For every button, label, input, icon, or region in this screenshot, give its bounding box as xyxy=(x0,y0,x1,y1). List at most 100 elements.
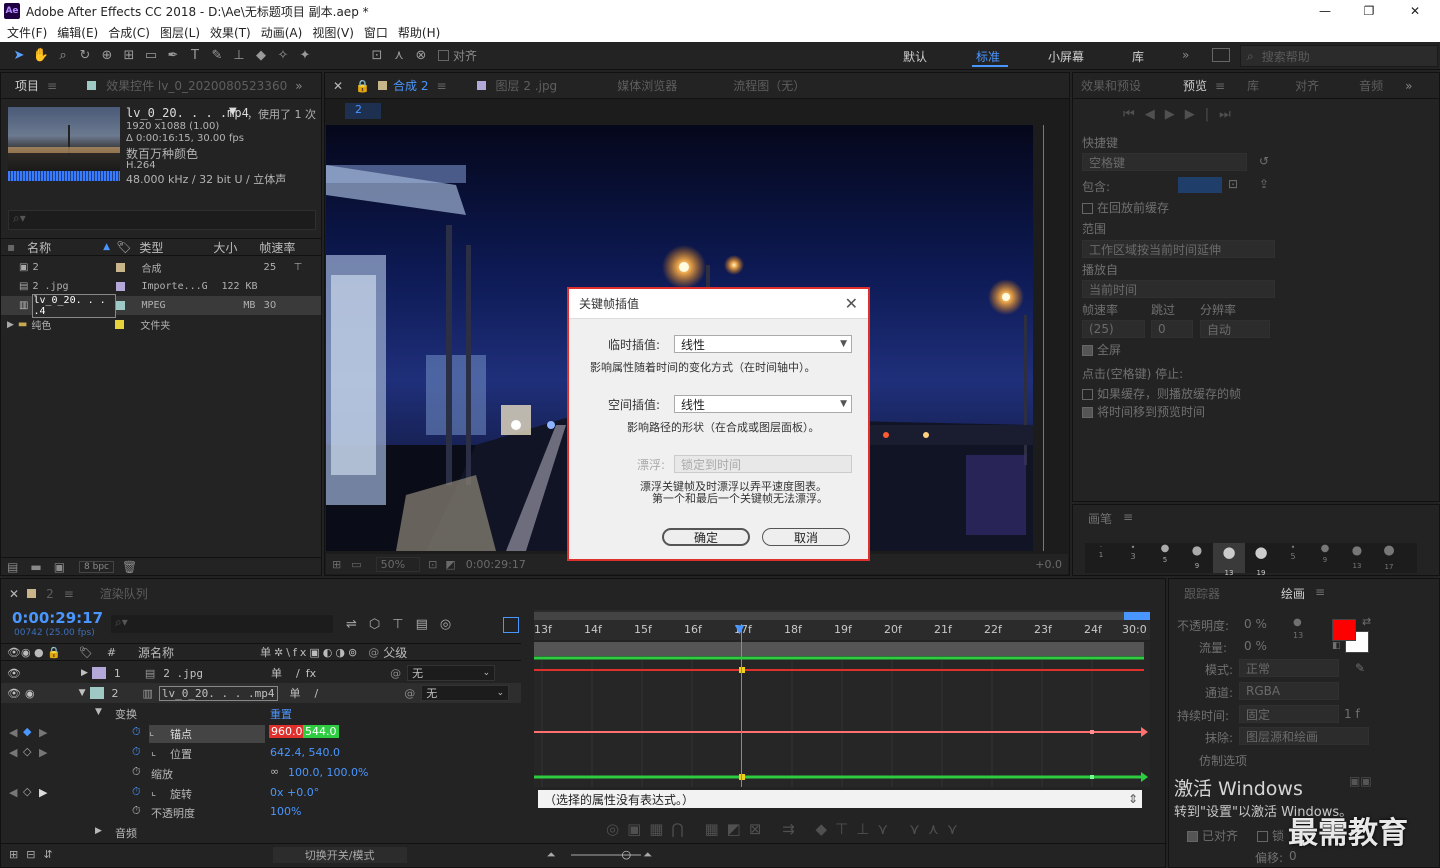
prev-keyframe-icon[interactable]: ◀ xyxy=(9,786,17,799)
comp-flowchart-icon[interactable]: ⊞ xyxy=(9,848,18,861)
next-keyframe-icon[interactable]: ▶ xyxy=(39,746,47,759)
playhead-icon[interactable]: ▼ xyxy=(735,622,744,636)
graph-editor-icon[interactable] xyxy=(503,617,519,633)
frame-rate-select[interactable]: (25) xyxy=(1082,320,1145,338)
quality-slash-icon[interactable]: / xyxy=(296,667,300,680)
audio-icon[interactable]: ◉ xyxy=(25,687,35,700)
fx-switch-icon[interactable]: fx xyxy=(306,667,316,680)
col-type[interactable]: 类型 xyxy=(139,239,163,256)
rotation-row[interactable]: ◀ ◇ ▶ ⏱ ⌞ 旋转 0x +0.0° xyxy=(1,784,521,804)
tab-preview[interactable]: 预览 xyxy=(1183,77,1207,94)
sort-ascending-icon[interactable]: ▲ xyxy=(103,242,110,252)
current-time-indicator[interactable] xyxy=(741,624,742,787)
roto-brush-icon[interactable]: ✧ xyxy=(272,45,294,67)
cache-checkbox[interactable] xyxy=(1082,203,1093,214)
parent-pickwhip-icon[interactable]: @ xyxy=(390,667,401,680)
clone-source-icons[interactable]: ▣▣ xyxy=(1349,774,1372,788)
eyedropper-icon[interactable]: ✎ xyxy=(1355,661,1365,675)
col-source-name[interactable]: 源名称 xyxy=(138,644,174,661)
export-icon[interactable]: ⇪ xyxy=(1259,177,1269,191)
timeline-search-input[interactable]: ⌕▾ xyxy=(111,615,333,633)
property-value[interactable]: 642.4, 540.0 xyxy=(270,746,340,759)
lock-checkbox-row[interactable]: 锁 xyxy=(1257,827,1284,844)
tab-brushes[interactable]: 画笔 xyxy=(1088,510,1112,527)
timeline-current-time[interactable]: 0:00:29:17 xyxy=(12,609,103,627)
sync-settings-icon[interactable] xyxy=(1212,48,1230,62)
temporal-interpolation-select[interactable]: 线性 ▼ xyxy=(674,335,852,353)
layer-name[interactable]: lv_0_20. . . .mp4 xyxy=(158,685,278,701)
resolution-select[interactable]: 自动 xyxy=(1200,320,1270,338)
menu-edit[interactable]: 编辑(E) xyxy=(57,24,98,41)
range-select[interactable]: 工作区域按当前时间延伸 xyxy=(1082,240,1275,258)
property-value[interactable]: 100% xyxy=(270,805,301,818)
flowchart-icon[interactable]: ⊤ xyxy=(293,262,302,273)
minimize-button[interactable]: — xyxy=(1302,0,1348,22)
transform-group-row[interactable]: ▼ 变换 重置 xyxy=(1,705,521,725)
keyframe-indicator-icon[interactable]: ◇ xyxy=(23,745,31,758)
selection-tool-icon[interactable]: ➤ xyxy=(8,45,30,67)
constrain-proportions-icon[interactable]: ∞ xyxy=(270,765,279,778)
comp-menu-icon[interactable]: ≡ xyxy=(436,79,446,93)
toggle-expand-icon[interactable]: ⊟ xyxy=(26,848,35,861)
playback-controls[interactable]: ⏮◀▶▶|⏭ xyxy=(1123,107,1241,122)
menu-effect[interactable]: 效果(T) xyxy=(210,24,251,41)
maximize-button[interactable]: ❐ xyxy=(1346,0,1392,22)
next-keyframe-icon[interactable]: ▶ xyxy=(39,786,47,799)
visibility-icon[interactable]: 👁 xyxy=(7,667,21,680)
aligned-checkbox-row[interactable]: 已对齐 xyxy=(1187,827,1238,844)
puppet-pin-icon[interactable]: ✦ xyxy=(294,45,316,67)
paint-menu-icon[interactable]: ≡ xyxy=(1315,585,1325,599)
project-item-selected[interactable]: ▥ lv_0_20. . . .4 MPEG MB 30 xyxy=(1,293,321,318)
brush-preset[interactable]: ● 9 xyxy=(1181,543,1213,573)
parent-select[interactable]: 无 ⌄ xyxy=(421,685,510,701)
project-item[interactable]: ▣ 2 合成 25 ⊤ xyxy=(1,258,321,277)
tab-effects-presets[interactable]: 效果和预设 xyxy=(1081,77,1141,94)
keyframe-indicator-icon[interactable]: ◆ xyxy=(23,725,31,738)
quality-switch-icon[interactable]: 单 xyxy=(290,685,301,701)
new-comp-icon[interactable]: ▣ xyxy=(54,560,65,574)
local-axis-icon[interactable]: ⊡ xyxy=(366,45,388,67)
view-axis-icon[interactable]: ⊗ xyxy=(410,45,432,67)
menu-composition[interactable]: 合成(C) xyxy=(108,24,150,41)
project-search-input[interactable]: ⌕▾ xyxy=(8,210,316,230)
panel-overflow-icon[interactable]: » xyxy=(295,79,302,93)
expression-scroll-icon[interactable]: ⇕ xyxy=(1128,792,1138,806)
snapshot-icon[interactable]: ▭ xyxy=(351,558,361,571)
pan-behind-tool-icon[interactable]: ⊞ xyxy=(118,45,140,67)
workspace-library[interactable]: 库 xyxy=(1132,48,1144,65)
include-video-audio-toggle[interactable] xyxy=(1178,177,1222,193)
hand-tool-icon[interactable]: ✋ xyxy=(30,45,52,67)
timeline-switch-icons[interactable]: ⇌⬡⊤▤◎ xyxy=(346,617,463,632)
stop-option-2-row[interactable]: 将时间移到预览时间 xyxy=(1082,403,1205,420)
position-row[interactable]: ◀ ◇ ▶ ⏱ ⌞ 位置 642.4, 540.0 xyxy=(1,744,521,764)
close-button[interactable]: ✕ xyxy=(1392,0,1438,22)
next-keyframe-icon[interactable]: ▶ xyxy=(39,726,47,739)
spatial-interpolation-select[interactable]: 线性 ▼ xyxy=(674,395,852,413)
brush-tip-icon[interactable]: ● xyxy=(1293,617,1302,628)
mask-visibility-icon[interactable]: ◩ xyxy=(445,558,455,571)
comp-breadcrumb-chip[interactable]: 2 xyxy=(345,103,381,119)
exposure-value[interactable]: +0.0 xyxy=(1035,558,1062,571)
aligned-checkbox[interactable] xyxy=(1187,831,1198,842)
tab-libraries[interactable]: 库 xyxy=(1247,77,1259,94)
expand-layer-icon[interactable]: ▶ xyxy=(81,668,88,678)
opacity-row[interactable]: ⏱ 不透明度 100% xyxy=(1,803,521,823)
graph-toggle-icon[interactable]: ⌞ xyxy=(151,785,156,798)
panel-overflow-icon[interactable]: » xyxy=(1405,79,1412,93)
flow-value[interactable]: 0 % xyxy=(1244,639,1267,653)
toggle-switches-modes-button[interactable]: 切换开关/模式 xyxy=(272,846,407,863)
more-workspaces-icon[interactable]: » xyxy=(1182,48,1189,62)
tab-flowchart[interactable]: 流程图（无） xyxy=(733,77,805,94)
grid-icon[interactable]: ⊡ xyxy=(428,558,437,571)
expand-audio-icon[interactable]: ▶ xyxy=(95,826,102,836)
tab-project[interactable]: 项目 xyxy=(15,77,39,94)
col-fps[interactable]: 帧速率 xyxy=(259,239,295,256)
parent-pickwhip-icon[interactable]: @ xyxy=(404,687,415,700)
cache-checkbox-row[interactable]: 在回放前缓存 xyxy=(1082,199,1169,216)
lock-icon[interactable]: 🔒 xyxy=(355,79,370,93)
collapse-transform-icon[interactable]: ▼ xyxy=(95,707,102,717)
menu-animation[interactable]: 动画(A) xyxy=(261,24,303,41)
menu-file[interactable]: 文件(F) xyxy=(7,24,47,41)
col-size[interactable]: 大小 xyxy=(213,239,237,256)
menu-layer[interactable]: 图层(L) xyxy=(160,24,200,41)
